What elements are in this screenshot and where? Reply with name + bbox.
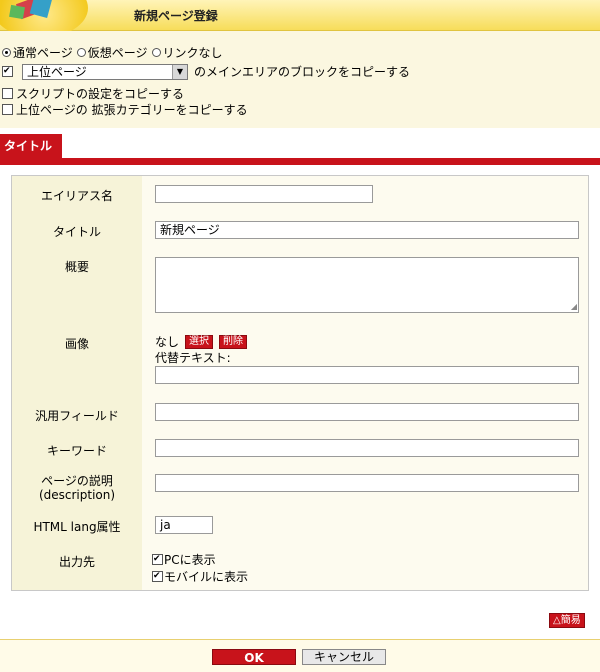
- app-header: 新規ページ登録: [0, 0, 600, 38]
- form-row-alias: エイリアス名: [12, 176, 588, 213]
- form-row-lang: HTML lang属性 ja: [12, 508, 588, 543]
- chevron-down-icon: ▼: [172, 64, 187, 79]
- form-row-output: 出力先 PCに表示 モバイルに表示: [12, 542, 588, 590]
- page-options: 通常ページ 仮想ページ リンクなし 上位ページ ▼ のメインエリアのブロックをコ…: [0, 31, 600, 128]
- description-label-main: ページの説明: [41, 474, 113, 488]
- description-label-sub: (description): [38, 488, 116, 502]
- radio-normal-page[interactable]: [2, 48, 11, 57]
- copy-script-checkbox[interactable]: [2, 88, 13, 99]
- ok-button[interactable]: OK: [212, 649, 296, 665]
- form-row-image: 画像 なし 選択 削除 代替テキスト:: [12, 324, 588, 397]
- keywords-label: キーワード: [12, 432, 142, 466]
- image-select-button[interactable]: 選択: [185, 334, 214, 349]
- copy-ext-category-label: 上位ページの 拡張カテゴリーをコピーする: [16, 103, 248, 117]
- alias-label: エイリアス名: [12, 176, 142, 212]
- source-page-select[interactable]: 上位ページ ▼: [22, 63, 188, 80]
- copy-ext-category-row: 上位ページの 拡張カテゴリーをコピーする: [2, 101, 248, 118]
- simple-mode-button[interactable]: △簡易: [549, 613, 585, 628]
- radio-normal-page-label: 通常ページ: [13, 46, 73, 60]
- tab-underline: [0, 158, 600, 165]
- pc-display-checkbox[interactable]: [152, 554, 163, 565]
- form-row-generic-field: 汎用フィールド: [12, 396, 588, 433]
- form-row-title: タイトル 新規ページ: [12, 212, 588, 249]
- copy-block-checkbox[interactable]: [2, 66, 13, 77]
- summary-textarea[interactable]: ◢: [155, 257, 579, 313]
- generic-field-input[interactable]: [155, 403, 579, 421]
- page-type-group: 通常ページ 仮想ページ リンクなし: [2, 44, 223, 61]
- image-status: なし: [155, 335, 180, 349]
- page-title: 新規ページ登録: [134, 9, 218, 23]
- radio-virtual-page[interactable]: [76, 48, 86, 57]
- radio-no-link[interactable]: [151, 48, 161, 57]
- cancel-button[interactable]: キャンセル: [302, 649, 386, 665]
- form-row-description: ページの説明 (description): [12, 466, 588, 509]
- copy-block-label: のメインエリアのブロックをコピーする: [194, 65, 411, 79]
- copy-script-row: スクリプトの設定をコピーする: [2, 85, 184, 102]
- lang-input[interactable]: ja: [155, 516, 213, 534]
- radio-no-link-label: リンクなし: [162, 46, 223, 60]
- description-input[interactable]: [155, 474, 579, 492]
- alt-text-input[interactable]: [155, 366, 579, 384]
- image-delete-button[interactable]: 削除: [219, 334, 248, 349]
- alias-input[interactable]: [155, 185, 373, 203]
- mobile-display-checkbox[interactable]: [152, 571, 163, 582]
- alt-text-label: 代替テキスト:: [155, 351, 231, 365]
- keywords-input[interactable]: [155, 439, 579, 457]
- output-label: 出力先: [12, 542, 142, 590]
- mobile-display-label: モバイルに表示: [164, 570, 249, 584]
- copy-ext-category-checkbox[interactable]: [2, 104, 13, 115]
- summary-label: 概要: [12, 248, 142, 324]
- copy-script-label: スクリプトの設定をコピーする: [16, 87, 185, 101]
- image-label: 画像: [12, 324, 142, 396]
- tab-title[interactable]: タイトル: [0, 134, 62, 158]
- radio-virtual-page-label: 仮想ページ: [87, 46, 148, 60]
- page-form: エイリアス名 タイトル 新規ページ 概要 ◢ 画像 なし 選択 削除 代替テキス…: [11, 175, 589, 591]
- title-input[interactable]: 新規ページ: [155, 221, 579, 239]
- pc-display-label: PCに表示: [164, 553, 216, 567]
- copy-block-row: 上位ページ ▼ のメインエリアのブロックをコピーする: [2, 63, 410, 80]
- footer-actions: [0, 640, 600, 672]
- form-row-keywords: キーワード: [12, 432, 588, 467]
- description-label: ページの説明 (description): [12, 466, 142, 508]
- resize-handle-icon[interactable]: ◢: [571, 303, 577, 311]
- form-row-summary: 概要 ◢: [12, 248, 588, 325]
- title-label: タイトル: [12, 212, 142, 248]
- lang-label: HTML lang属性: [12, 508, 142, 542]
- generic-field-label: 汎用フィールド: [12, 396, 142, 432]
